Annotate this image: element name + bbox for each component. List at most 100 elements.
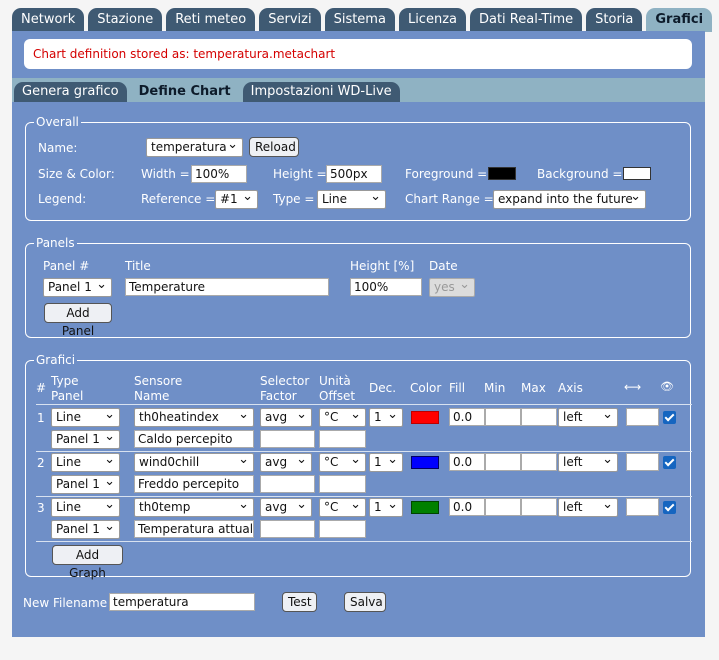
graph-max-input[interactable] [521,453,557,471]
graph-factor-input[interactable] [260,430,315,448]
background-color-swatch[interactable] [623,167,651,180]
col-sensor-header: Sensore [134,374,183,388]
graph-selector-select[interactable]: avg [260,453,312,472]
panel-date-header: Date [429,259,458,273]
save-button[interactable]: Salva [344,592,386,612]
graph-offset-input[interactable] [319,475,366,493]
legend-label: Legend: [38,192,87,206]
graph-unit-select[interactable]: °C [319,408,366,427]
add-graph-button[interactable]: Add Graph [52,545,123,580]
graph-axis-select[interactable]: left [558,408,618,427]
panel-number-header: Panel # [43,259,90,273]
sub-tabs: Genera grafico Define Chart Impostazioni… [14,82,400,102]
graph-panel-select[interactable]: Panel 1 [51,475,120,494]
tab-stazione[interactable]: Stazione [88,8,163,32]
graph-sensor-select[interactable]: th0heatindex [134,408,254,427]
graph-color-swatch[interactable] [411,501,439,514]
tab-sistema[interactable]: Sistema [324,8,395,32]
test-button[interactable]: Test [282,592,317,612]
graph-sensor-select[interactable]: wind0chill [134,453,254,472]
graph-width-input[interactable] [626,453,659,471]
tab-reti-meteo[interactable]: Reti meteo [166,8,256,32]
col-axis-header: Axis [558,381,583,395]
content-panel: Chart definition stored as: temperatura.… [12,31,705,637]
col-max-header: Max [521,381,546,395]
graph-unit-select[interactable]: °C [319,453,366,472]
size-color-label: Size & Color: [38,167,115,181]
panel-title-input[interactable]: Temperature [125,278,329,296]
new-filename-label: New Filename [23,596,108,610]
panel-height-header: Height [%] [350,259,415,273]
graph-visible-checkbox[interactable] [663,411,676,424]
col-type-header: Type [51,374,79,388]
foreground-color-swatch[interactable] [488,167,516,180]
graph-visible-checkbox[interactable] [663,501,676,514]
graph-factor-input[interactable] [260,475,315,493]
graph-type-select[interactable]: Line [51,453,120,472]
col-fill-header: Fill [449,381,466,395]
col-number-header: # [36,381,47,395]
tab-grafici[interactable]: Grafici [646,8,713,32]
graph-selector-select[interactable]: avg [260,498,312,517]
graph-width-input[interactable] [626,408,659,426]
graph-name-input[interactable]: Freddo percepito [134,475,254,493]
graph-sensor-select[interactable]: th0temp [134,498,254,517]
width-label: Width = [141,167,190,181]
graph-type-select[interactable]: Line [51,498,120,517]
graph-max-input[interactable] [521,498,557,516]
graph-decimals-select[interactable]: 1 [369,408,403,427]
graph-unit-select[interactable]: °C [319,498,366,517]
graph-offset-input[interactable] [319,520,366,538]
graph-type-select[interactable]: Line [51,408,120,427]
tab-servizi[interactable]: Servizi [259,8,321,32]
row-divider [36,451,692,452]
graph-decimals-select[interactable]: 1 [369,498,403,517]
graph-name-input[interactable]: Caldo percepito [134,430,254,448]
type-label: Type = [273,192,315,206]
panel-number-select[interactable]: Panel 1 [43,278,112,297]
tab-network[interactable]: Network [12,8,85,32]
chart-range-select[interactable]: expand into the future [493,190,646,209]
graph-color-swatch[interactable] [411,456,439,469]
new-filename-input[interactable]: temperatura [109,593,255,611]
subtab-impostazioni-wd-live[interactable]: Impostazioni WD-Live [242,82,400,102]
overall-legend: Overall [36,115,79,129]
graph-max-input[interactable] [521,408,557,426]
graph-fill-input[interactable]: 0.0 [449,408,485,426]
graph-min-input[interactable] [485,498,521,516]
graph-min-input[interactable] [485,453,521,471]
legend-type-select[interactable]: Line [317,190,386,209]
reload-button[interactable]: Reload [249,137,299,157]
graph-width-input[interactable] [626,498,659,516]
graph-decimals-select[interactable]: 1 [369,453,403,472]
panel-height-input[interactable]: 100% [350,278,422,296]
graph-axis-select[interactable]: left [558,498,618,517]
graph-min-input[interactable] [485,408,521,426]
panel-date-select[interactable]: yes [429,278,475,297]
graph-fill-input[interactable]: 0.0 [449,498,485,516]
add-panel-button[interactable]: Add Panel [44,303,112,338]
graph-panel-select[interactable]: Panel 1 [51,520,120,539]
subtab-define-chart[interactable]: Define Chart [130,82,239,102]
graph-axis-select[interactable]: left [558,453,618,472]
width-input[interactable]: 100% [191,165,247,183]
col-visible-icon: 👁 [660,380,674,393]
tab-storia[interactable]: Storia [586,8,643,32]
subtab-genera-grafico[interactable]: Genera grafico [14,82,127,102]
tab-dati-real-time[interactable]: Dati Real-Time [469,8,583,32]
graph-color-swatch[interactable] [411,411,439,424]
foreground-label: Foreground = [405,167,488,181]
graph-fill-input[interactable]: 0.0 [449,453,485,471]
graph-name-input[interactable]: Temperatura attual [134,520,254,538]
graph-visible-checkbox[interactable] [663,456,676,469]
graph-factor-input[interactable] [260,520,315,538]
col-offset-header: Offset [319,389,356,403]
chart-name-select[interactable]: temperatura [146,138,243,157]
tab-licenza[interactable]: Licenza [398,8,466,32]
reference-select[interactable]: #1 [215,190,258,209]
graph-panel-select[interactable]: Panel 1 [51,430,120,449]
row-divider [36,541,692,542]
height-input[interactable]: 500px [326,165,382,183]
graph-offset-input[interactable] [319,430,366,448]
graph-selector-select[interactable]: avg [260,408,312,427]
